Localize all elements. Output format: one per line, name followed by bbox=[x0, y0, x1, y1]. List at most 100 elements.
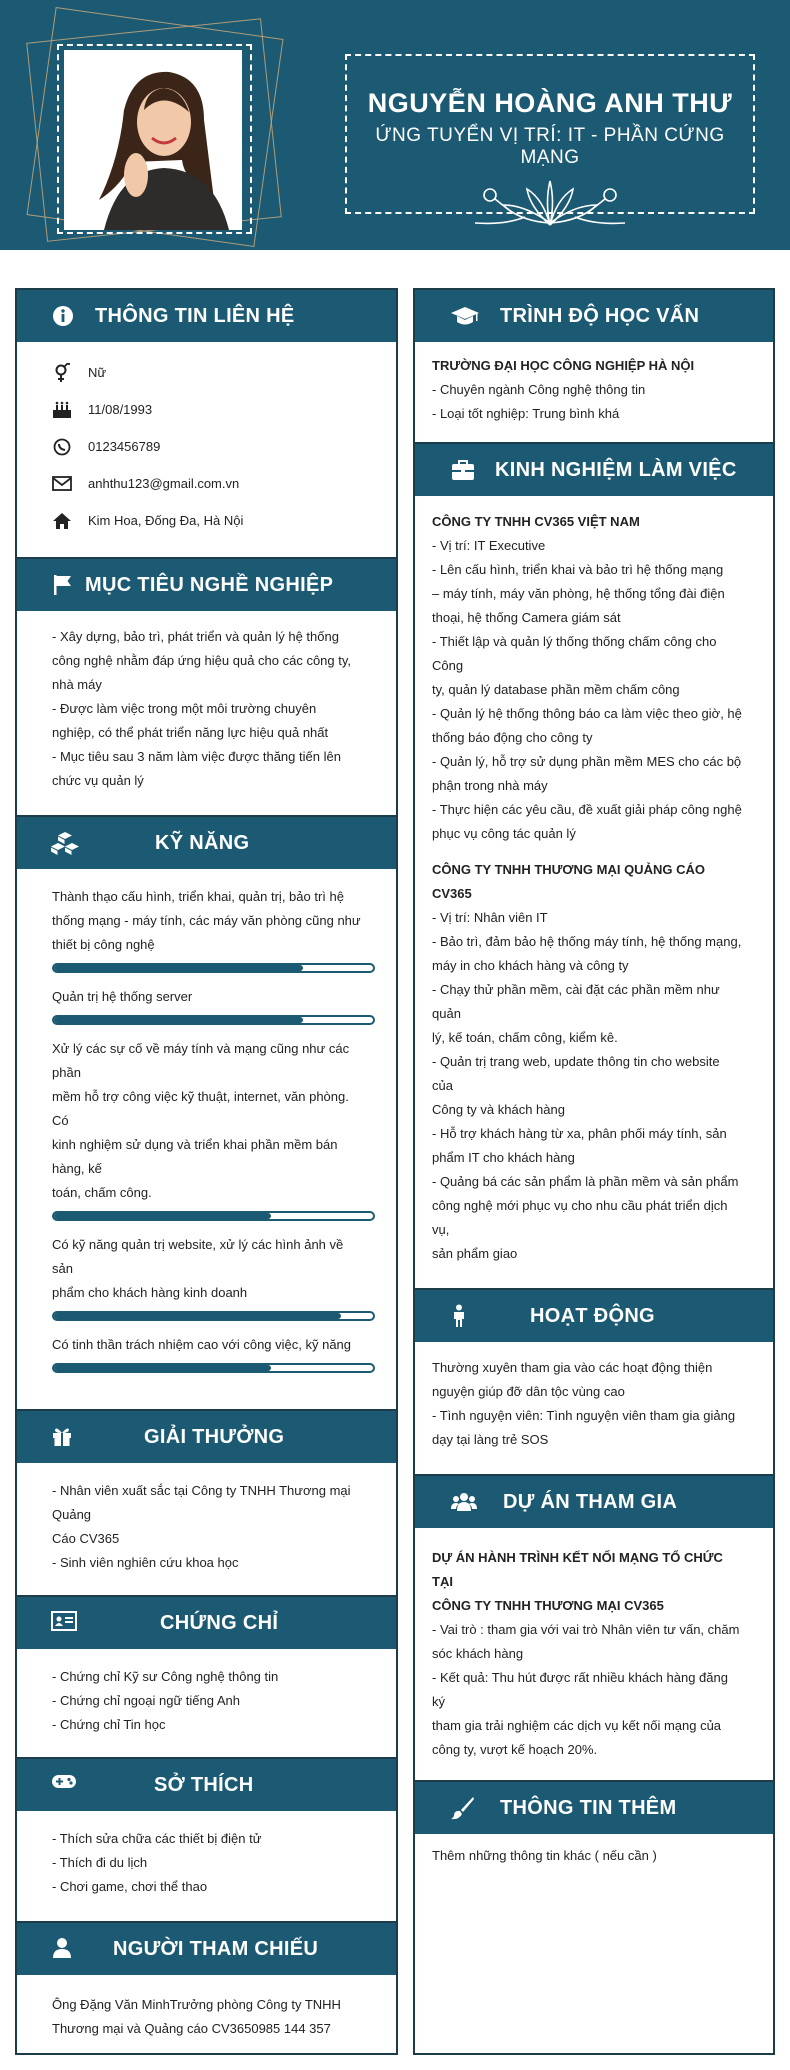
text-line: - Chứng chỉ Tin học bbox=[52, 1717, 166, 1732]
school-name: TRƯỜNG ĐẠI HỌC CÔNG NGHIỆP HÀ NỘI bbox=[432, 358, 695, 373]
section-header-objective: MỤC TIÊU NGHỀ NGHIỆP bbox=[17, 559, 396, 611]
user-icon bbox=[51, 1937, 75, 1961]
text-line: - Vai trò : tham gia với vai trò Nhân vi… bbox=[432, 1622, 740, 1637]
skill-level-bar bbox=[52, 1211, 375, 1221]
skill-text: mềm hỗ trợ công việc kỹ thuật, internet,… bbox=[52, 1089, 349, 1128]
text-line: lý, kế toán, chấm công, kiểm kê. bbox=[432, 1030, 618, 1045]
text-line: dạy tại làng trẻ SOS bbox=[432, 1432, 549, 1447]
briefcase-icon bbox=[451, 459, 475, 483]
references-text: Ông Đặng Văn MinhTrưởng phòng Công ty TN… bbox=[17, 1975, 396, 2061]
contact-text: 0123456789 bbox=[88, 438, 161, 454]
gender-icon bbox=[52, 362, 72, 383]
skill-text: Có tinh thần trách nhiệm cao với công vi… bbox=[52, 1337, 352, 1352]
skill-level-bar bbox=[52, 1015, 375, 1025]
text-line: sóc khách hàng bbox=[432, 1646, 524, 1661]
paint-brush-icon bbox=[451, 1796, 475, 1820]
text-line: - Quảng bá các sản phẩm là phần mềm và s… bbox=[432, 1174, 739, 1189]
section-title: HOẠT ĐỘNG bbox=[530, 1304, 655, 1327]
text-line: - Mục tiêu sau 3 năm làm việc được thăng… bbox=[52, 749, 341, 764]
text-line: chức vụ quản lý bbox=[52, 773, 144, 788]
text-line: - Vị trí: Nhân viên IT bbox=[432, 910, 548, 925]
contact-text: Nữ bbox=[88, 364, 107, 380]
text-line: - Bảo trì, đảm bảo hệ thống máy tính, hệ… bbox=[432, 934, 742, 949]
person-icon bbox=[451, 1304, 475, 1328]
education-text: TRƯỜNG ĐẠI HỌC CÔNG NGHIỆP HÀ NỘI - Chuy… bbox=[415, 342, 773, 442]
objective-text: - Xây dựng, bảo trì, phát triển và quản … bbox=[17, 611, 396, 813]
skill-item: Có kỹ năng quản trị website, xử lý các h… bbox=[52, 1233, 375, 1321]
text-line: - Loại tốt nghiệp: Trung bình khá bbox=[432, 406, 620, 421]
section-title: THÔNG TIN LIÊN HỆ bbox=[95, 304, 295, 327]
section-header-hobbies: SỞ THÍCH bbox=[17, 1759, 396, 1811]
skill-item: Thành thạo cấu hình, triển khai, quản tr… bbox=[52, 885, 375, 973]
skill-text: toán, chấm công. bbox=[52, 1185, 152, 1200]
skill-level-bar bbox=[52, 1363, 375, 1373]
company-name: CÔNG TY TNHH THƯƠNG MẠI QUẢNG CÁO bbox=[432, 862, 705, 877]
envelope-icon bbox=[52, 474, 72, 494]
contact-email[interactable]: anhthu123@gmail.com.vn bbox=[52, 465, 366, 502]
skill-text: thống mạng - máy tính, các máy văn phòng… bbox=[52, 913, 361, 928]
applied-position: ỨNG TUYỂN VỊ TRÍ: IT - PHẦN CỨNG MẠNG bbox=[375, 125, 725, 168]
profile-photo bbox=[64, 50, 242, 230]
hobbies-text: - Thích sửa chữa các thiết bị điện tử - … bbox=[17, 1811, 396, 1919]
text-line: - Quản lý hệ thống thông báo ca làm việc… bbox=[432, 706, 742, 721]
section-title: THÔNG TIN THÊM bbox=[500, 1796, 677, 1819]
skill-level-fill bbox=[54, 1365, 271, 1371]
text-line: – máy tính, máy văn phòng, hệ thống tổng… bbox=[432, 586, 725, 601]
text-line: Cáo CV365 bbox=[52, 1531, 120, 1546]
contact-text: 11/08/1993 bbox=[88, 401, 153, 417]
section-header-certificates: CHỨNG CHỈ bbox=[17, 1597, 396, 1649]
company-name: CV365 bbox=[432, 886, 472, 901]
section-title: GIẢI THƯỞNG bbox=[144, 1425, 285, 1448]
id-card-icon bbox=[51, 1611, 77, 1635]
text-line: phẩm IT cho khách hàng bbox=[432, 1150, 575, 1165]
flag-icon bbox=[51, 573, 75, 597]
text-line: phận trong nhà máy bbox=[432, 778, 548, 793]
text-line: Ông Đặng Văn MinhTrưởng phòng Công ty TN… bbox=[52, 1997, 341, 2012]
text-line: máy in cho khách hàng và công ty bbox=[432, 958, 629, 973]
project-name: CÔNG TY TNHH THƯƠNG MẠI CV365 bbox=[432, 1598, 664, 1613]
additional-text: Thêm những thông tin khác ( nếu cần ) bbox=[415, 1834, 773, 1888]
section-header-experience: KINH NGHIỆM LÀM VIỆC bbox=[415, 444, 773, 496]
job-entry: CÔNG TY TNHH THƯƠNG MẠI QUẢNG CÁO CV365 … bbox=[432, 858, 743, 1266]
skill-text: Thành thạo cấu hình, triển khai, quản tr… bbox=[52, 889, 344, 904]
section-header-awards: GIẢI THƯỞNG bbox=[17, 1411, 396, 1463]
text-line: Công ty và khách hàng bbox=[432, 1102, 565, 1117]
skill-level-fill bbox=[54, 1213, 271, 1219]
projects-text: DỰ ÁN HÀNH TRÌNH KẾT NỐI MẠNG TỔ CHỨC TẠ… bbox=[415, 1528, 773, 1780]
contact-birthday: 11/08/1993 bbox=[52, 391, 366, 428]
users-icon bbox=[451, 1491, 477, 1515]
text-line: - Chạy thử phần mềm, cài đặt các phần mề… bbox=[432, 982, 720, 1021]
skill-item: Quản trị hệ thống server bbox=[52, 985, 375, 1025]
section-title: KỸ NĂNG bbox=[155, 831, 250, 854]
skill-level-fill bbox=[54, 1017, 303, 1023]
name-box: NGUYỄN HOÀNG ANH THƯ ỨNG TUYỂN VỊ TRÍ: I… bbox=[345, 54, 755, 226]
text-line: công nghệ mới phục vụ cho nhu cầu phát t… bbox=[432, 1198, 728, 1237]
graduation-cap-icon bbox=[451, 305, 479, 329]
contact-gender: Nữ bbox=[52, 354, 366, 391]
section-header-skills: KỸ NĂNG bbox=[17, 817, 396, 869]
home-icon bbox=[52, 511, 72, 531]
text-line: Thương mại và Quảng cáo CV3650985 144 35… bbox=[52, 2021, 331, 2036]
text-line: - Kết quả: Thu hút được rất nhiều khách … bbox=[432, 1670, 728, 1709]
text-line: - Thích sửa chữa các thiết bị điện tử bbox=[52, 1831, 262, 1846]
text-line: nguyện giúp đỡ dân tộc vùng cao bbox=[432, 1384, 625, 1399]
section-header-additional: THÔNG TIN THÊM bbox=[415, 1782, 773, 1834]
company-name: CÔNG TY TNHH CV365 VIỆT NAM bbox=[432, 514, 640, 529]
contact-text: anhthu123@gmail.com.vn bbox=[88, 475, 240, 491]
left-column: THÔNG TIN LIÊN HỆ Nữ 11/08/1993 01234567… bbox=[15, 288, 398, 2055]
text-line: nghiệp, có thể phát triển năng lực hiệu … bbox=[52, 725, 329, 740]
cubes-icon bbox=[51, 831, 79, 855]
text-line: - Chứng chỉ Kỹ sư Công nghệ thông tin bbox=[52, 1669, 279, 1684]
section-title: SỞ THÍCH bbox=[154, 1773, 254, 1796]
skill-item: Xử lý các sự cố về máy tính và mạng cũng… bbox=[52, 1037, 375, 1221]
skill-level-bar bbox=[52, 1311, 375, 1321]
job-entry: CÔNG TY TNHH CV365 VIỆT NAM - Vị trí: IT… bbox=[432, 510, 743, 846]
header-banner: NGUYỄN HOÀNG ANH THƯ ỨNG TUYỂN VỊ TRÍ: I… bbox=[0, 0, 790, 250]
floral-ornament bbox=[347, 177, 753, 232]
skill-level-fill bbox=[54, 965, 303, 971]
experience-list: CÔNG TY TNHH CV365 VIỆT NAM - Vị trí: IT… bbox=[415, 496, 773, 1288]
text-line: Thường xuyên tham gia vào các hoạt động … bbox=[432, 1360, 713, 1375]
text-line: thống báo động cho công ty bbox=[432, 730, 593, 745]
text-line: - Thiết lập và quản lý thống thống chấm … bbox=[432, 634, 717, 673]
contact-list: Nữ 11/08/1993 0123456789 anhthu123@gmail… bbox=[17, 342, 396, 557]
